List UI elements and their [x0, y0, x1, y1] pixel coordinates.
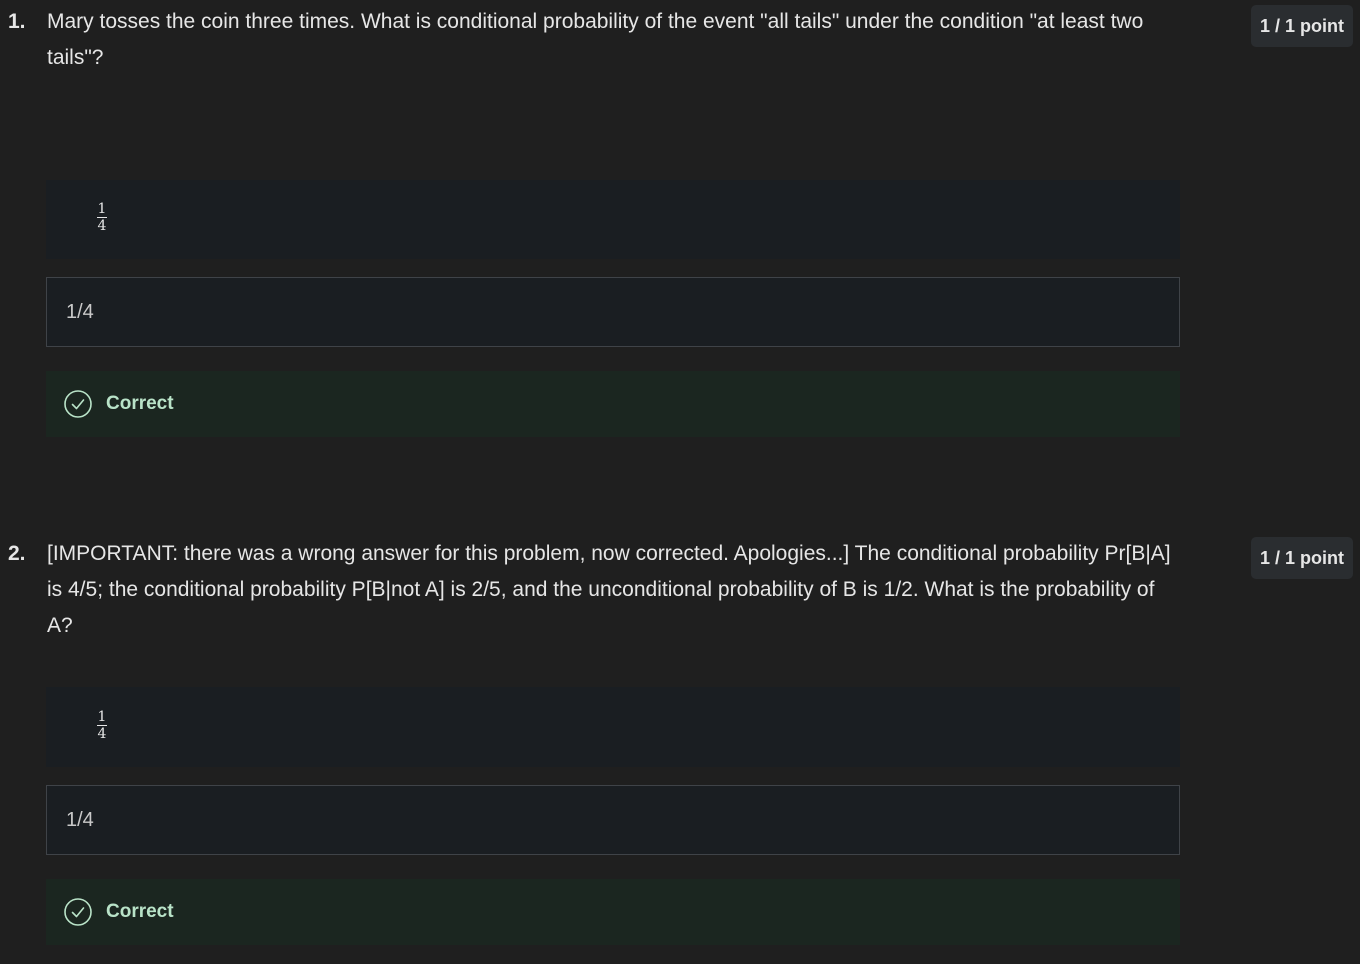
check-circle-icon [64, 898, 92, 926]
feedback-correct: Correct [46, 371, 1180, 437]
rendered-answer-preview: 1 4 [46, 180, 1180, 259]
fraction: 1 4 [96, 202, 108, 233]
fraction: 1 4 [96, 710, 108, 741]
fraction-numerator: 1 [97, 709, 107, 725]
check-circle-icon [64, 390, 92, 418]
feedback-correct: Correct [46, 879, 1180, 945]
answer-input-value: 1/4 [66, 808, 94, 831]
answer-input[interactable]: 1/4 [46, 785, 1180, 855]
question-text: [IMPORTANT: there was a wrong answer for… [47, 542, 1171, 637]
points-badge: 1 / 1 point [1251, 5, 1353, 47]
fraction-denominator: 4 [97, 218, 107, 234]
question-number: 2. [8, 542, 26, 565]
question-number: 1. [8, 10, 26, 33]
fraction-denominator: 4 [97, 726, 107, 742]
feedback-label: Correct [106, 393, 174, 414]
feedback-label: Correct [106, 901, 174, 922]
rendered-answer-preview: 1 4 [46, 687, 1180, 767]
question-text: Mary tosses the coin three times. What i… [47, 10, 1144, 69]
points-badge: 1 / 1 point [1251, 537, 1353, 579]
answer-input-value: 1/4 [66, 300, 94, 323]
fraction-numerator: 1 [97, 201, 107, 217]
answer-input[interactable]: 1/4 [46, 277, 1180, 347]
